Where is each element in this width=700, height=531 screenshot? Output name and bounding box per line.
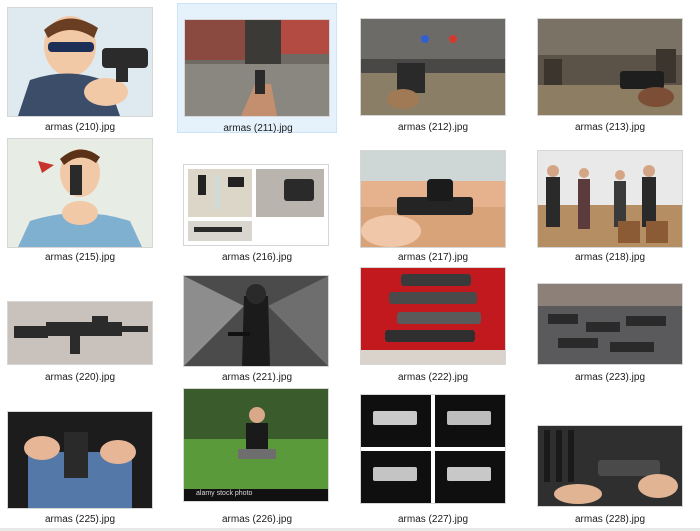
file-tile-selected[interactable]: armas (211).jpg (177, 3, 337, 134)
thumbnail-cartoon-aim (8, 139, 152, 247)
file-tile[interactable]: armas (215).jpg (0, 135, 160, 263)
file-tile[interactable]: armas (223).jpg (530, 262, 690, 390)
file-name: armas (228).jpg (574, 514, 646, 525)
thumbnail-fps-alley (185, 20, 329, 116)
thumbnail-gun-show (538, 284, 682, 364)
thumbnail-hooded-figure (184, 276, 328, 366)
file-tile[interactable]: armas (222).jpg (353, 262, 513, 390)
file-name: armas (213).jpg (574, 122, 646, 133)
thumbnail-gear-collage (184, 165, 328, 245)
file-tile[interactable]: armas (212).jpg (353, 0, 513, 133)
file-tile[interactable]: armas (228).jpg (530, 392, 690, 525)
thumbnail-pistols-quad (361, 395, 505, 503)
file-tile[interactable]: armas (225).jpg (0, 392, 160, 525)
file-name: armas (223).jpg (574, 372, 646, 383)
file-tile[interactable]: alamy stock photo armas (226).jpg (177, 389, 337, 525)
thumbnail-man-on-grass: alamy stock photo (184, 389, 328, 501)
file-tile[interactable]: armas (227).jpg (353, 392, 513, 525)
thumbnail-fps-ruins (538, 19, 682, 115)
file-name: armas (222).jpg (397, 372, 469, 383)
file-name: armas (227).jpg (397, 514, 469, 525)
thumbnail-cartoon-shooter (8, 8, 152, 116)
file-tile[interactable]: armas (213).jpg (530, 0, 690, 133)
thumbnail-rifle (8, 302, 152, 364)
file-tile[interactable]: armas (217).jpg (353, 135, 513, 263)
thumbnail-fps-range (361, 19, 505, 115)
file-name: armas (220).jpg (44, 372, 116, 383)
thumbnail-revolvers-display (361, 268, 505, 364)
file-tile[interactable]: armas (218).jpg (530, 135, 690, 263)
file-name: armas (211).jpg (223, 123, 293, 134)
thumbnail-pistol-sight (361, 151, 505, 247)
file-name: armas (212).jpg (397, 122, 469, 133)
file-name: armas (221).jpg (221, 372, 293, 383)
file-grid: armas (210).jpg armas (211).jpg armas (2… (0, 0, 700, 531)
file-name: armas (210).jpg (44, 122, 116, 133)
thumbnail-pistol-jeans (8, 412, 152, 508)
file-tile[interactable]: armas (210).jpg (0, 0, 160, 133)
file-tile[interactable]: armas (221).jpg (177, 262, 337, 390)
file-name: armas (225).jpg (44, 514, 116, 525)
thumbnail-gun-rack (538, 426, 682, 506)
file-tile[interactable]: armas (220).jpg (0, 262, 160, 390)
file-tile[interactable]: armas (216).jpg (177, 135, 337, 263)
watermark-text: alamy stock photo (196, 490, 253, 497)
thumbnail-shooting-range-people (538, 151, 682, 247)
file-name: armas (226).jpg (221, 514, 293, 525)
